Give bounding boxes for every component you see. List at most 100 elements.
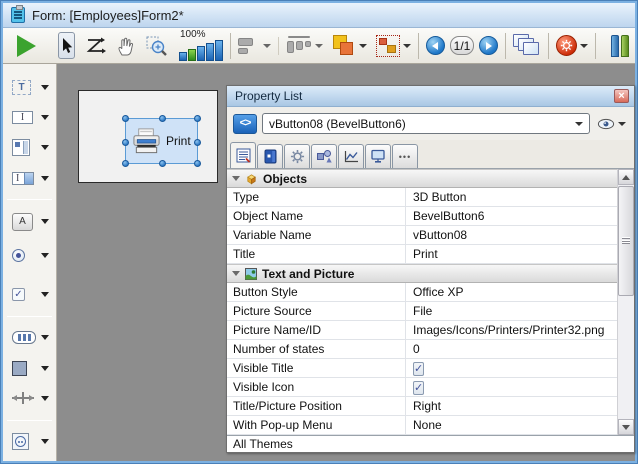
tab-events[interactable] — [338, 144, 364, 168]
property-row-with-popup-menu[interactable]: With Pop-up Menu None — [227, 416, 617, 435]
zoom-bar-4[interactable] — [206, 43, 214, 61]
object-selector-dropdown[interactable]: vButton08 (BevelButton6) — [262, 113, 590, 134]
section-header-text-and-picture[interactable]: Text and Picture — [227, 264, 617, 283]
matrix-dropdown-caret[interactable] — [403, 44, 411, 48]
selection-handle-e[interactable] — [194, 139, 201, 146]
rectangle-dropdown-caret[interactable] — [41, 366, 49, 371]
tab-more[interactable]: ••• — [392, 144, 418, 168]
property-row-title[interactable]: Title Print — [227, 245, 617, 264]
checkbox-checked[interactable]: ✓ — [413, 381, 424, 395]
property-row-title-picture-position[interactable]: Title/Picture Position Right — [227, 397, 617, 416]
collapse-triangle-icon[interactable] — [232, 271, 240, 276]
check-box-dropdown-caret[interactable] — [41, 292, 49, 297]
property-value[interactable]: Images/Icons/Printers/Printer32.png — [406, 321, 617, 339]
section-header-objects[interactable]: Objects — [227, 169, 617, 188]
combo-box-dropdown-caret[interactable] — [41, 176, 49, 181]
windows-list-button[interactable] — [513, 32, 541, 60]
button-grid-dropdown-caret[interactable] — [41, 335, 49, 340]
tab-display[interactable] — [365, 144, 391, 168]
input-field-tool[interactable]: I — [3, 106, 56, 128]
list-box-dropdown-caret[interactable] — [41, 145, 49, 150]
splitter-dropdown-caret[interactable] — [41, 396, 49, 401]
zoom-bar-3[interactable] — [197, 46, 205, 61]
scroll-up-button[interactable] — [618, 169, 634, 185]
selection-handle-n[interactable] — [159, 115, 166, 122]
distribute-dropdown-caret[interactable] — [315, 44, 323, 48]
property-row-picture-name[interactable]: Picture Name/ID Images/Icons/Printers/Pr… — [227, 321, 617, 340]
property-row-number-of-states[interactable]: Number of states 0 — [227, 340, 617, 359]
property-row-button-style[interactable]: Button Style Office XP — [227, 283, 617, 302]
next-page-button[interactable] — [479, 32, 498, 60]
object-level-button[interactable] — [332, 32, 356, 60]
distribute-objects-button[interactable] — [286, 32, 312, 60]
zoom-bar-5[interactable] — [215, 40, 223, 61]
align-dropdown-caret[interactable] — [263, 44, 271, 48]
property-value[interactable]: File — [406, 302, 617, 320]
selection-handle-sw[interactable] — [122, 160, 129, 167]
splitter-tool[interactable] — [3, 387, 56, 409]
previous-page-button[interactable] — [426, 32, 445, 60]
object-navigator-button[interactable]: <> — [233, 114, 257, 134]
input-dropdown-caret[interactable] — [41, 115, 49, 120]
property-row-picture-source[interactable]: Picture Source File — [227, 302, 617, 321]
property-row-object-name[interactable]: Object Name BevelButton6 — [227, 207, 617, 226]
window-titlebar[interactable]: Form: [Employees]Form2* — [3, 3, 635, 28]
property-value[interactable]: None — [406, 416, 617, 434]
property-grid-scrollbar[interactable] — [617, 169, 634, 435]
static-text-tool[interactable]: T — [3, 76, 56, 98]
themes-filter-footer[interactable]: All Themes — [227, 435, 634, 452]
button-grid-tool[interactable] — [3, 327, 56, 349]
zoom-bars[interactable] — [179, 40, 223, 61]
selection-handle-nw[interactable] — [122, 115, 129, 122]
selection-handle-w[interactable] — [122, 139, 129, 146]
zoom-bar-1[interactable] — [179, 52, 187, 61]
button-tool[interactable]: A — [3, 210, 56, 232]
align-objects-button[interactable] — [238, 32, 260, 60]
plugin-area-tool[interactable] — [3, 431, 56, 453]
property-value[interactable]: BevelButton6 — [406, 207, 617, 225]
collapse-triangle-icon[interactable] — [232, 176, 240, 181]
selected-print-button[interactable]: Print — [125, 118, 198, 164]
list-box-tool[interactable] — [3, 137, 56, 159]
preferences-button[interactable] — [556, 32, 577, 60]
property-row-visible-icon[interactable]: Visible Icon ✓ — [227, 378, 617, 397]
check-box-tool[interactable]: ✓ — [3, 283, 56, 305]
button-dropdown-caret[interactable] — [41, 219, 49, 224]
property-value[interactable]: 0 — [406, 340, 617, 358]
zoom-level-widget[interactable]: 100% — [179, 30, 223, 61]
selection-tool-button[interactable] — [58, 32, 75, 59]
show-hide-properties-button[interactable] — [595, 118, 628, 130]
radio-button-tool[interactable] — [3, 245, 56, 267]
property-value[interactable]: 3D Button — [406, 188, 617, 206]
plugin-dropdown-caret[interactable] — [41, 439, 49, 444]
tab-coordinates[interactable] — [257, 144, 283, 168]
property-row-visible-title[interactable]: Visible Title ✓ — [227, 359, 617, 378]
duplicate-matrix-button[interactable] — [376, 32, 400, 60]
property-value[interactable]: Office XP — [406, 283, 617, 301]
tab-actions[interactable] — [284, 144, 310, 168]
tab-appearance[interactable] — [311, 144, 337, 168]
property-value[interactable]: vButton08 — [406, 226, 617, 244]
property-value[interactable]: Right — [406, 397, 617, 415]
selection-handle-ne[interactable] — [194, 115, 201, 122]
entry-order-tool-button[interactable] — [84, 32, 106, 60]
move-tool-button[interactable] — [115, 32, 137, 60]
themes-books-icon[interactable] — [611, 35, 629, 57]
close-panel-button[interactable]: × — [614, 89, 629, 103]
selection-handle-s[interactable] — [159, 160, 166, 167]
static-text-dropdown-caret[interactable] — [41, 85, 49, 90]
combo-box-tool[interactable]: I — [3, 167, 56, 189]
rectangle-tool[interactable] — [3, 357, 56, 379]
property-row-variable-name[interactable]: Variable Name vButton08 — [227, 226, 617, 245]
property-value[interactable]: Print — [406, 245, 617, 263]
preferences-dropdown-caret[interactable] — [580, 44, 588, 48]
execute-form-button[interactable] — [9, 32, 42, 60]
level-dropdown-caret[interactable] — [359, 44, 367, 48]
property-row-type[interactable]: Type 3D Button — [227, 188, 617, 207]
checkbox-checked[interactable]: ✓ — [413, 362, 424, 376]
scroll-down-button[interactable] — [618, 419, 634, 435]
tab-property-list[interactable] — [230, 142, 256, 168]
zoom-tool-button[interactable] — [146, 32, 167, 60]
scrollbar-thumb[interactable] — [618, 186, 634, 296]
property-list-titlebar[interactable]: Property List × — [227, 86, 634, 107]
